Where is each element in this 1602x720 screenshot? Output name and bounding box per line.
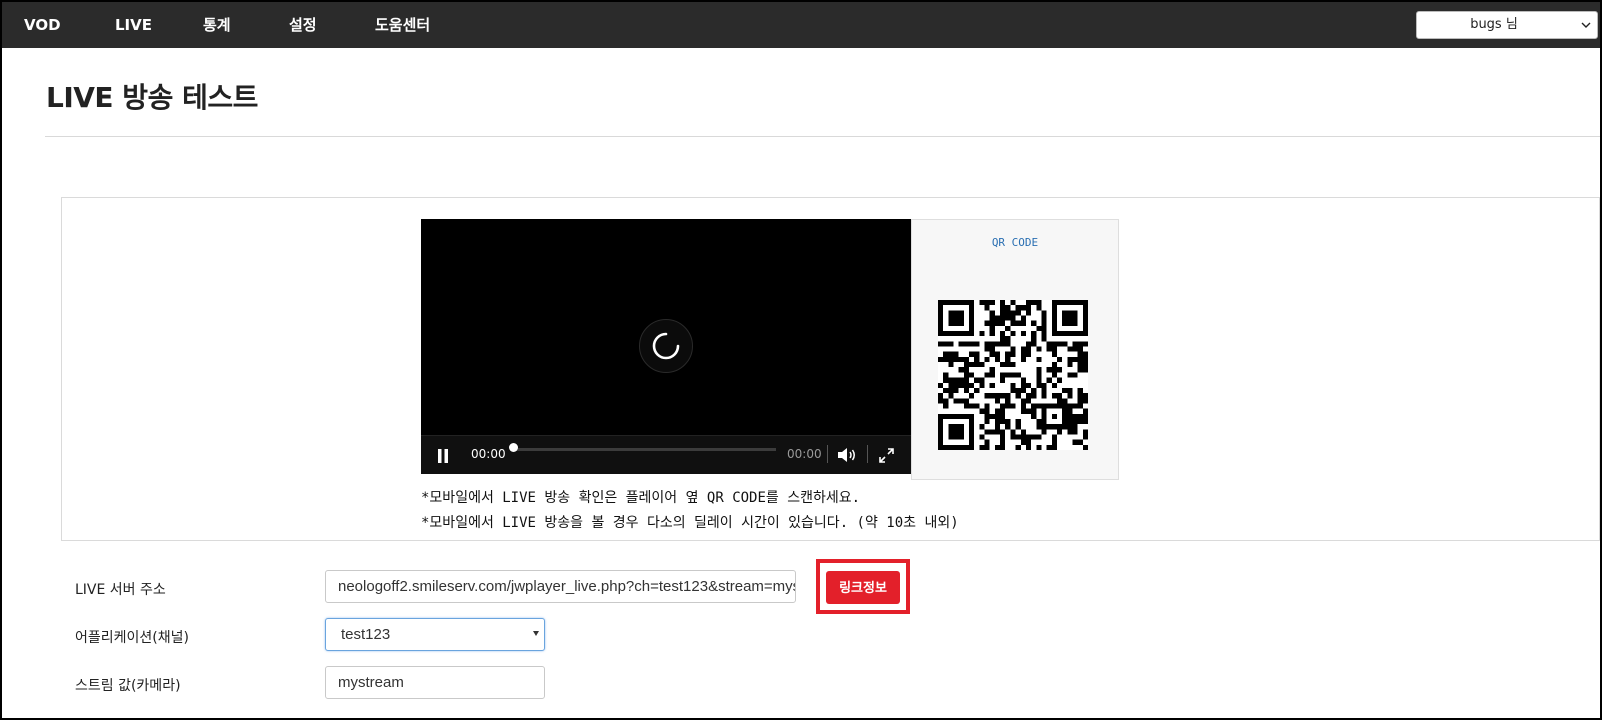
qr-code-label: QR CODE — [991, 236, 1039, 249]
user-menu-label: bugs 님 — [1470, 17, 1518, 32]
user-menu-select[interactable]: bugs 님 — [1416, 11, 1598, 39]
application-channel-label: 어플리케이션(채널) — [75, 630, 189, 646]
app-window: VOD LIVE 통계 설정 도움센터 bugs 님 LIVE 방송 테스트 0… — [2, 2, 1600, 718]
elapsed-time: 00:00 — [471, 447, 506, 461]
spinner-icon — [652, 332, 680, 360]
chevron-down-icon — [1581, 22, 1591, 28]
server-address-input[interactable]: neologoff2.smileserv.com/jwplayer_live.p… — [325, 570, 796, 603]
nav-item-stats[interactable]: 통계 — [203, 2, 231, 48]
application-channel-select[interactable]: test123 — [325, 618, 545, 651]
mobile-delay-note: *모바일에서 LIVE 방송을 볼 경우 다소의 딜레이 시간이 있습니다. (… — [421, 515, 959, 531]
nav-item-settings[interactable]: 설정 — [289, 2, 317, 48]
volume-icon[interactable] — [837, 447, 857, 463]
player-control-bar: 00:00 00:00 — [421, 435, 911, 474]
title-divider — [45, 136, 1600, 137]
caret-down-icon — [533, 631, 539, 636]
stream-value-label: 스트림 값(카메라) — [75, 678, 181, 694]
server-address-label: LIVE 서버 주소 — [75, 582, 166, 598]
link-info-button[interactable]: 링크정보 — [826, 571, 900, 604]
seek-handle[interactable] — [509, 443, 518, 452]
video-player[interactable]: 00:00 00:00 — [421, 219, 911, 474]
control-divider — [867, 445, 868, 463]
mobile-qr-note: *모바일에서 LIVE 방송 확인은 플레이어 옆 QR CODE를 스캔하세요… — [421, 490, 861, 506]
fullscreen-icon[interactable] — [879, 448, 894, 463]
page-title: LIVE 방송 테스트 — [46, 81, 258, 114]
top-nav: VOD LIVE 통계 설정 도움센터 bugs 님 — [2, 2, 1600, 48]
qr-code-image — [938, 300, 1088, 450]
duration-time: 00:00 — [787, 447, 822, 461]
qr-code-box: QR CODE — [911, 219, 1119, 480]
stream-value-input[interactable]: mystream — [325, 666, 545, 699]
control-divider — [827, 445, 828, 463]
loading-spinner — [639, 319, 693, 373]
nav-item-help-center[interactable]: 도움센터 — [375, 2, 430, 48]
nav-item-vod[interactable]: VOD — [24, 2, 61, 48]
seek-bar[interactable] — [514, 448, 776, 451]
application-channel-value: test123 — [341, 626, 391, 643]
nav-item-live[interactable]: LIVE — [115, 2, 152, 48]
pause-icon[interactable] — [437, 449, 449, 463]
